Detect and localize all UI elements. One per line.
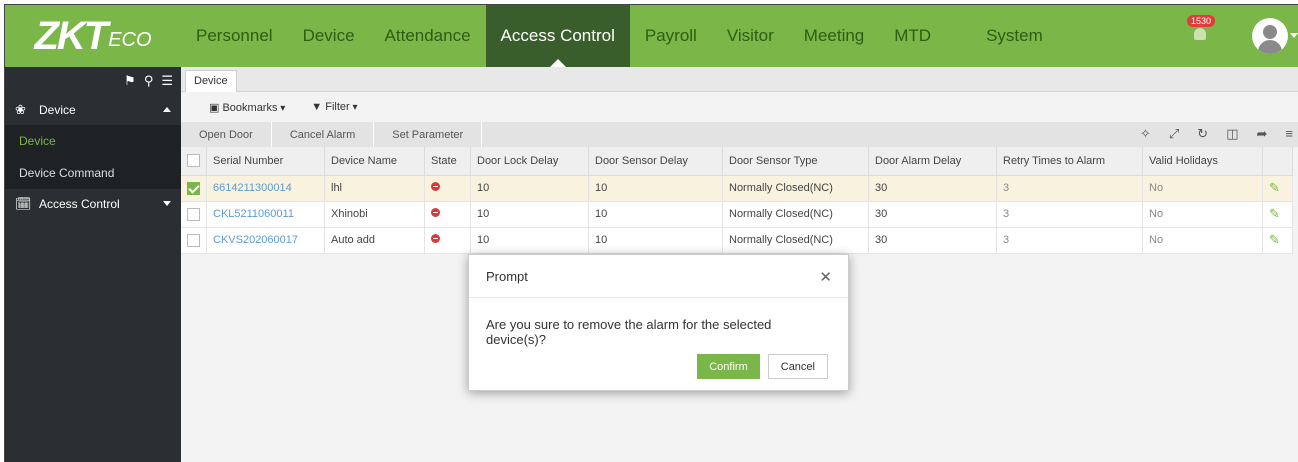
expand-icon[interactable]: ⤢ bbox=[1169, 126, 1179, 142]
chevron-down-icon[interactable] bbox=[1290, 33, 1298, 38]
dialog-buttons: Confirm Cancel bbox=[697, 354, 828, 379]
sidebar-group-access-control[interactable]: 🗓 Access Control bbox=[5, 189, 181, 219]
edit-icon[interactable]: ✎ bbox=[1262, 227, 1293, 254]
zkteco-logo[interactable]: ZKT ECO bbox=[5, 5, 181, 67]
col-door-alarm-delay[interactable]: Door Alarm Delay bbox=[868, 147, 997, 176]
col-door-sensor-type[interactable]: Door Sensor Type bbox=[722, 147, 869, 176]
device-group-icon: ❀ bbox=[15, 102, 26, 117]
app-window: ZKT ECO Personnel Device Attendance Acces… bbox=[4, 4, 1298, 462]
table-header-row: Serial Number Device Name State Door Loc… bbox=[181, 147, 1293, 176]
serial-number-link[interactable]: CKL5211060011 bbox=[206, 201, 325, 228]
col-valid-holidays[interactable]: Valid Holidays bbox=[1142, 147, 1263, 176]
sidebar: ⚑ ⚲ ☰ ❀ Device Device Device Command 🗓 A… bbox=[5, 67, 181, 462]
col-state[interactable]: State bbox=[424, 147, 471, 176]
row-checkbox[interactable] bbox=[181, 227, 207, 254]
nav-device[interactable]: Device bbox=[288, 5, 370, 67]
settings-sliders-icon[interactable]: ≡ bbox=[1285, 126, 1293, 142]
top-nav: ZKT ECO Personnel Device Attendance Acces… bbox=[5, 5, 1298, 67]
nav-attendance[interactable]: Attendance bbox=[370, 5, 486, 67]
col-door-lock-delay[interactable]: Door Lock Delay bbox=[470, 147, 589, 176]
confirm-button[interactable]: Confirm bbox=[697, 354, 760, 379]
tab-bar: Device bbox=[181, 67, 1298, 92]
cancel-alarm-button[interactable]: Cancel Alarm bbox=[272, 122, 375, 147]
col-serial-number[interactable]: Serial Number bbox=[206, 147, 325, 176]
share-icon[interactable]: ➦ bbox=[1257, 126, 1268, 142]
tag-icon[interactable]: ⚑ bbox=[124, 73, 136, 89]
nav-payroll[interactable]: Payroll bbox=[630, 5, 712, 67]
avatar[interactable] bbox=[1252, 18, 1288, 54]
serial-number-link[interactable]: 6614211300014 bbox=[206, 175, 325, 202]
magic-wand-icon[interactable]: ✧ bbox=[1140, 126, 1151, 142]
sidebar-group-device[interactable]: ❀ Device bbox=[5, 95, 181, 125]
edit-icon[interactable]: ✎ bbox=[1262, 201, 1293, 228]
cancel-button[interactable]: Cancel bbox=[767, 354, 828, 379]
dialog-message: Are you sure to remove the alarm for the… bbox=[486, 317, 772, 347]
nav-system[interactable]: System bbox=[946, 5, 1058, 67]
table-row[interactable]: CKL5211060011 Xhinobi 10 10 Normally Clo… bbox=[181, 201, 1293, 228]
table-row[interactable]: 6614211300014 lhl 10 10 Normally Closed(… bbox=[181, 175, 1293, 202]
col-door-sensor-delay[interactable]: Door Sensor Delay bbox=[588, 147, 723, 176]
nav-visitor[interactable]: Visitor bbox=[712, 5, 789, 67]
notification-button[interactable]: 1530 bbox=[1185, 15, 1216, 45]
bell-icon bbox=[1194, 28, 1206, 40]
sub-toolbar: ▣ Bookmarks ▼ Filter bbox=[181, 92, 1298, 122]
chevron-up-icon bbox=[163, 107, 171, 112]
tab-device[interactable]: Device bbox=[185, 70, 237, 92]
col-retry-times[interactable]: Retry Times to Alarm bbox=[996, 147, 1143, 176]
dialog-title: Prompt bbox=[486, 268, 528, 284]
set-parameter-button[interactable]: Set Parameter bbox=[374, 122, 483, 147]
open-door-button[interactable]: Open Door bbox=[181, 122, 272, 147]
search-icon[interactable]: ⚲ bbox=[144, 73, 154, 89]
col-device-name[interactable]: Device Name bbox=[324, 147, 425, 176]
edit-icon[interactable]: ✎ bbox=[1262, 175, 1293, 202]
row-checkbox[interactable] bbox=[181, 201, 207, 228]
columns-icon[interactable]: ◫ bbox=[1226, 126, 1238, 142]
list-icon[interactable]: ☰ bbox=[161, 73, 173, 89]
chevron-down-icon bbox=[163, 201, 171, 206]
calendar-icon: 🗓 bbox=[15, 196, 32, 211]
state-offline-icon bbox=[424, 175, 471, 202]
nav-access-control[interactable]: Access Control bbox=[485, 5, 630, 67]
close-icon[interactable]: ✕ bbox=[819, 268, 832, 286]
refresh-icon[interactable]: ↻ bbox=[1197, 126, 1208, 142]
row-checkbox[interactable] bbox=[181, 175, 207, 202]
prompt-dialog: Prompt ✕ Are you sure to remove the alar… bbox=[468, 254, 849, 391]
dialog-header: Prompt ✕ bbox=[469, 255, 848, 298]
state-offline-icon bbox=[424, 227, 471, 254]
sidebar-tools: ⚑ ⚲ ☰ bbox=[5, 67, 181, 95]
table-row[interactable]: CKVS202060017 Auto add 10 10 Normally Cl… bbox=[181, 227, 1293, 254]
serial-number-link[interactable]: CKVS202060017 bbox=[206, 227, 325, 254]
state-offline-icon bbox=[424, 201, 471, 228]
filter-dropdown[interactable]: ▼ Filter bbox=[311, 101, 357, 113]
sidebar-item-device-command[interactable]: Device Command bbox=[5, 157, 181, 189]
device-table: Serial Number Device Name State Door Loc… bbox=[181, 147, 1293, 254]
nav-personnel[interactable]: Personnel bbox=[181, 5, 288, 67]
action-bar: Open Door Cancel Alarm Set Parameter ✧ ⤢… bbox=[181, 122, 1298, 147]
table-tools: ✧ ⤢ ↻ ◫ ➦ ≡ bbox=[1140, 126, 1293, 142]
nav-mtd[interactable]: MTD bbox=[879, 5, 946, 67]
nav-meeting[interactable]: Meeting bbox=[789, 5, 879, 67]
select-all-checkbox[interactable] bbox=[181, 147, 207, 176]
notification-badge: 1530 bbox=[1187, 15, 1216, 27]
sidebar-item-device[interactable]: Device bbox=[5, 125, 181, 157]
bookmarks-dropdown[interactable]: ▣ Bookmarks bbox=[209, 101, 285, 114]
